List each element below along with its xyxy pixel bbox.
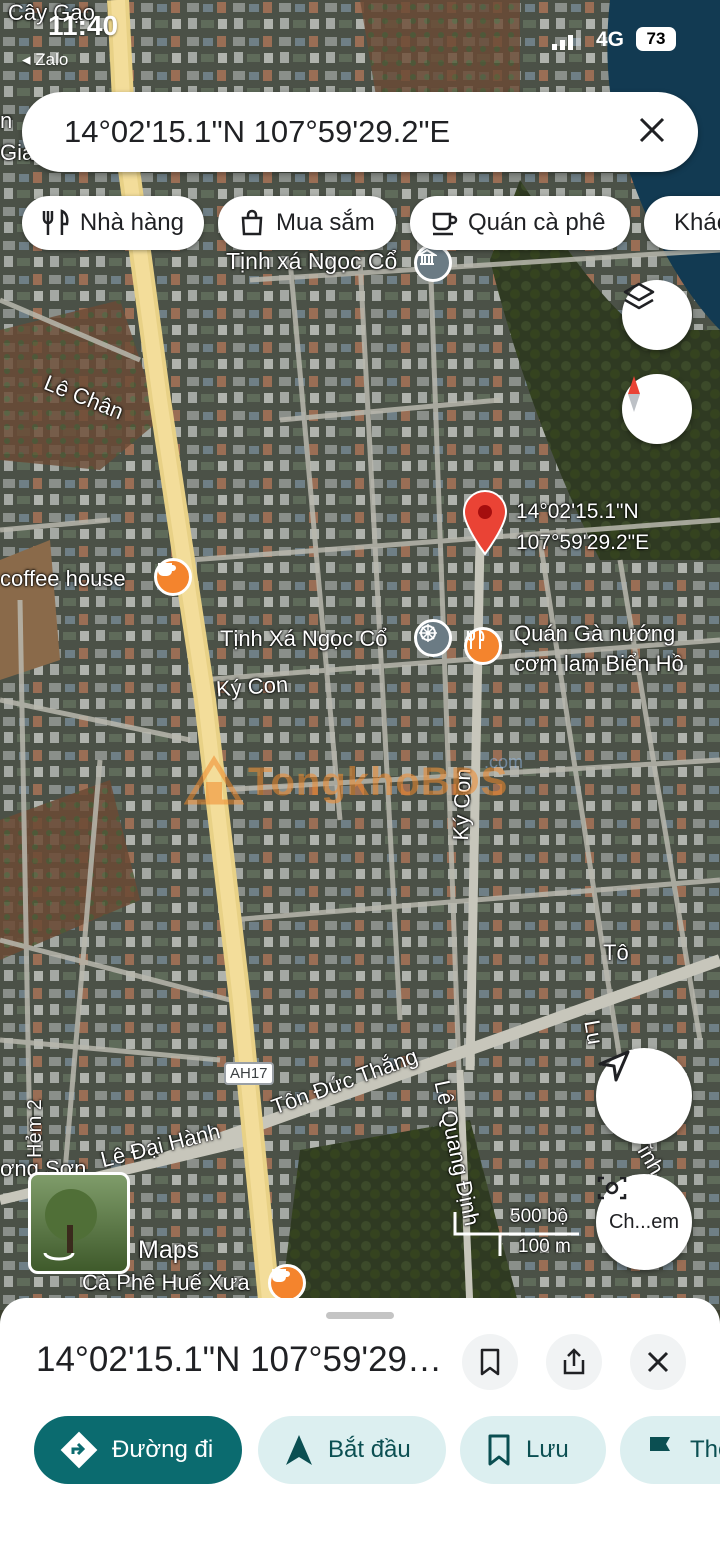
screenshot-search-label: Ch...em — [608, 1210, 680, 1233]
chip-label: Mua sắm — [276, 209, 375, 236]
street-label-cut-right-top: Tô — [603, 940, 629, 965]
clear-search-button[interactable] — [632, 112, 672, 152]
save-button[interactable]: Lưu — [460, 1416, 606, 1484]
share-icon — [563, 1348, 585, 1375]
back-to-app-link[interactable]: ◂ Zalo — [22, 50, 68, 70]
scale-imperial: 500 bộ — [510, 1206, 569, 1227]
chip-cafe[interactable]: Quán cà phê — [410, 196, 630, 250]
place-label-coffee-house[interactable]: coffee house — [0, 566, 126, 592]
scale-metric: 100 m — [518, 1236, 571, 1257]
place-label-tinh-xa-mid[interactable]: Tịnh Xá Ngọc Cổ — [220, 626, 388, 652]
signal-icon — [552, 30, 581, 50]
chip-label: Quán cà phê — [468, 209, 606, 236]
close-icon — [647, 1351, 669, 1373]
coffee-poi-icon[interactable] — [154, 558, 192, 596]
screenshot-search-button[interactable]: Ch...em — [596, 1174, 692, 1270]
dharma-wheel-icon[interactable] — [414, 619, 452, 657]
coffee-cup-icon — [432, 212, 458, 236]
street-label-ky-con-h: Ký Con — [215, 671, 289, 702]
place-title: 14°02'15.1"N 107°59'29.2"E — [36, 1340, 450, 1379]
network-type: 4G — [596, 28, 625, 51]
chip-shopping[interactable]: Mua sắm — [218, 196, 396, 250]
pin-coord-line2: 107°59'29.2"E — [516, 531, 650, 554]
watermark-house-icon — [184, 755, 244, 805]
map-scale: 500 bộ 100 m — [452, 1206, 582, 1262]
start-button[interactable]: Bắt đầu — [258, 1416, 446, 1484]
place-label-quan-ga-1[interactable]: Quán Gà nướng — [514, 621, 675, 647]
street-label-cut-right-mid: Lu — [579, 1018, 609, 1047]
place-label-tinh-xa-top[interactable]: Tịnh xá Ngọc Cổ — [226, 248, 397, 275]
fork-knife-icon — [42, 209, 69, 235]
action-label: Thêm nhãn — [690, 1436, 720, 1463]
chip-label: Nhà hàng — [79, 209, 184, 236]
bottom-sheet[interactable]: 14°02'15.1"N 107°59'29.2"E Đường đi Bắt … — [0, 1298, 720, 1559]
location-pin-icon[interactable] — [462, 490, 508, 556]
watermark-text: TongkhoBDS — [248, 760, 509, 804]
action-label: Đường đi — [112, 1436, 214, 1463]
flag-icon — [650, 1437, 670, 1464]
chip-restaurants[interactable]: Nhà hàng — [22, 196, 204, 250]
bookmark-icon — [488, 1434, 510, 1466]
chip-hotels[interactable]: Khách sạn — [644, 196, 720, 250]
layers-icon — [623, 282, 655, 310]
bookmark-icon — [480, 1348, 500, 1376]
place-label-quan-ga-2[interactable]: cơm lam Biển Hồ — [514, 651, 684, 677]
rotate-360-icon — [43, 1189, 97, 1261]
navigation-arrow-icon — [598, 1050, 630, 1082]
search-query[interactable]: 14°02'15.1"N 107°59'29.2"E — [64, 114, 450, 150]
layers-button[interactable] — [622, 280, 692, 350]
shopping-bag-icon — [241, 209, 263, 236]
battery-icon: 73 — [636, 27, 676, 51]
save-icon-button[interactable] — [462, 1334, 518, 1390]
street-view-thumbnail[interactable] — [28, 1172, 130, 1274]
chip-label: Khách sạn — [674, 209, 720, 236]
close-sheet-button[interactable] — [630, 1334, 686, 1390]
my-location-button[interactable] — [596, 1048, 692, 1144]
maps-label: Maps — [138, 1236, 200, 1264]
coffee-poi-icon-2[interactable] — [268, 1264, 306, 1302]
action-label: Bắt đầu — [328, 1436, 411, 1463]
status-bar: 11:40 ◂ Zalo 4G 73 — [0, 0, 720, 70]
compass-button[interactable] — [622, 374, 692, 444]
street-label-hem-2: Hẻm 2 — [24, 1099, 46, 1158]
watermark: TongkhoBDS .com — [184, 752, 524, 812]
close-icon — [639, 117, 665, 143]
label-button[interactable]: Thêm nhãn — [620, 1416, 720, 1484]
status-time: 11:40 — [48, 10, 119, 41]
route-shield-ah17: AH17 — [224, 1062, 274, 1085]
share-button[interactable] — [546, 1334, 602, 1390]
compass-icon — [628, 376, 640, 412]
watermark-sub: .com — [484, 752, 524, 772]
action-label: Lưu — [526, 1436, 569, 1463]
restaurant-poi-icon[interactable] — [464, 627, 502, 665]
pin-coord-line1: 14°02'15.1"N — [516, 500, 639, 523]
camera-search-icon — [597, 1176, 627, 1200]
directions-button[interactable]: Đường đi — [34, 1416, 242, 1484]
search-bar[interactable]: 14°02'15.1"N 107°59'29.2"E — [22, 92, 698, 172]
directions-icon — [60, 1431, 98, 1469]
navigation-arrow-icon — [286, 1435, 312, 1465]
place-label-cut-left-top: n — [0, 108, 13, 133]
drag-handle[interactable] — [326, 1312, 394, 1319]
